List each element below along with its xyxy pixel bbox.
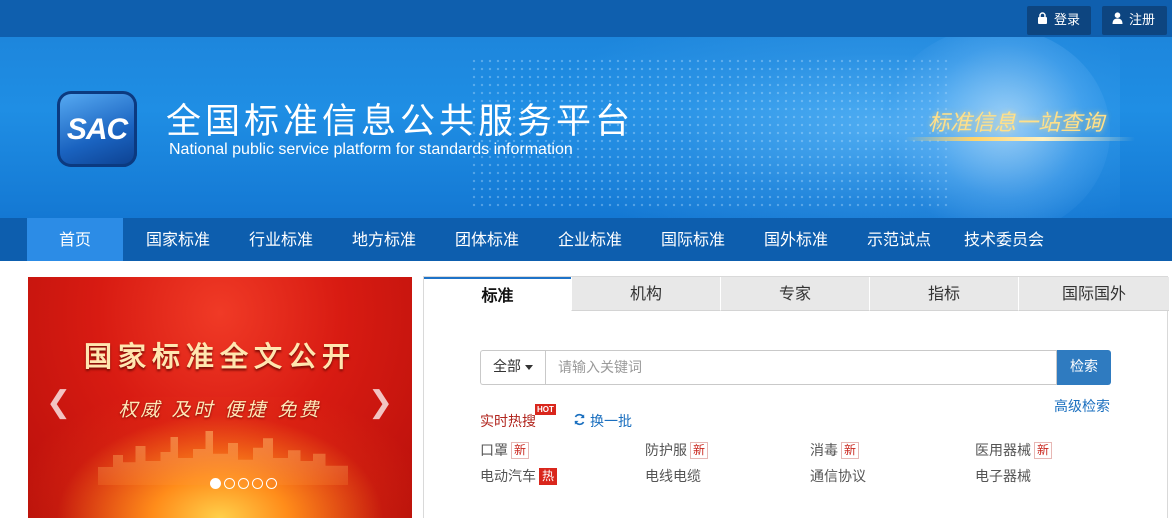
keyword-text: 防护服 (645, 443, 687, 459)
login-label: 登录 (1054, 13, 1081, 28)
site-subtitle: National public service platform for sta… (169, 141, 573, 158)
hot-search-label: 实时热搜 (480, 414, 536, 430)
tab-standard[interactable]: 标准 (424, 277, 571, 311)
hot-badge: HOT (535, 404, 556, 415)
tab-indicator[interactable]: 指标 (869, 277, 1018, 311)
nav-item-national[interactable]: 国家标准 (130, 218, 226, 261)
register-button[interactable]: 注册 (1102, 6, 1167, 35)
keyword-text: 口罩 (480, 443, 508, 459)
banner-carousel[interactable]: 国家标准全文公开 权威 及时 便捷 免费 ❮ ❯ (28, 277, 412, 518)
carousel-dot[interactable] (266, 478, 277, 489)
new-badge: 新 (511, 442, 530, 459)
carousel-prev-arrow-icon[interactable]: ❮ (46, 386, 71, 420)
tab-organization[interactable]: 机构 (571, 277, 720, 311)
nav-item-local[interactable]: 地方标准 (336, 218, 432, 261)
caret-down-icon (525, 364, 533, 370)
hot-keyword-protocol[interactable]: 通信协议 (810, 466, 866, 486)
nav-item-group[interactable]: 团体标准 (439, 218, 535, 261)
nav-item-international[interactable]: 国际标准 (645, 218, 741, 261)
nav-item-foreign[interactable]: 国外标准 (748, 218, 844, 261)
keyword-text: 电子器械 (975, 469, 1031, 485)
refresh-label: 换一批 (590, 414, 632, 430)
top-bar: 登录 注册 (0, 0, 1172, 37)
slogan: 标准信息一站查询 (928, 111, 1105, 136)
nav-item-industry[interactable]: 行业标准 (233, 218, 329, 261)
search-tabs: 标准 机构 专家 指标 国际国外 (424, 277, 1169, 311)
carousel-title: 国家标准全文公开 (83, 340, 356, 373)
refresh-keywords-button[interactable]: 换一批 (573, 411, 632, 431)
keyword-text: 电线电缆 (645, 469, 701, 485)
nav-item-committee[interactable]: 技术委员会 (948, 218, 1060, 261)
keyword-text: 电动汽车 (480, 469, 536, 485)
search-scope-dropdown[interactable]: 全部 (480, 350, 545, 385)
carousel-dot[interactable] (238, 478, 249, 489)
new-badge: 新 (690, 442, 709, 459)
nav-item-pilot[interactable]: 示范试点 (851, 218, 947, 261)
user-icon (1112, 6, 1123, 35)
lock-icon (1037, 6, 1048, 35)
page: 登录 注册 SAC 全国标准信息公共服务平台 National public s… (0, 0, 1172, 518)
hot-keyword-protective-suit[interactable]: 防护服新 (645, 440, 709, 460)
carousel-dot[interactable] (210, 478, 221, 489)
main-nav: 首页 国家标准 行业标准 地方标准 团体标准 企业标准 国际标准 国外标准 示范… (0, 218, 1172, 261)
keyword-text: 消毒 (810, 443, 838, 459)
login-button[interactable]: 登录 (1027, 6, 1091, 35)
carousel-next-arrow-icon[interactable]: ❯ (368, 386, 393, 420)
hot-tag-badge: 热 (539, 468, 558, 485)
hot-keyword-electronic-device[interactable]: 电子器械 (975, 466, 1031, 486)
search-bar: 全部 检索 (480, 350, 1111, 385)
carousel-indicators (210, 474, 280, 489)
search-panel: 标准 机构 专家 指标 国际国外 全部 检索 高级检索 实时热搜 HOT 换一批… (423, 276, 1169, 518)
hot-keyword-disinfection[interactable]: 消毒新 (810, 440, 860, 460)
nav-item-enterprise[interactable]: 企业标准 (542, 218, 638, 261)
carousel-dot[interactable] (252, 478, 263, 489)
carousel-subtitle: 权威 及时 便捷 免费 (118, 399, 322, 421)
new-badge: 新 (1034, 442, 1053, 459)
nav-item-home[interactable]: 首页 (27, 218, 123, 261)
advanced-search-link[interactable]: 高级检索 (1054, 396, 1110, 416)
keyword-text: 医用器械 (975, 443, 1031, 459)
tab-international-foreign[interactable]: 国际国外 (1018, 277, 1169, 311)
hot-keyword-mask[interactable]: 口罩新 (480, 440, 530, 460)
refresh-icon (573, 413, 586, 430)
search-scope-label: 全部 (493, 359, 521, 375)
new-badge: 新 (841, 442, 860, 459)
register-label: 注册 (1129, 13, 1156, 28)
search-input[interactable] (545, 350, 1057, 385)
sac-logo[interactable]: SAC (57, 91, 137, 167)
site-title: 全国标准信息公共服务平台 (166, 102, 635, 142)
slogan-underline (905, 137, 1135, 141)
hot-keyword-electric-vehicle[interactable]: 电动汽车热 (480, 466, 558, 486)
header-banner: SAC 全国标准信息公共服务平台 National public service… (0, 37, 1172, 218)
hot-keyword-medical-device[interactable]: 医用器械新 (975, 440, 1053, 460)
keyword-text: 通信协议 (810, 469, 866, 485)
carousel-dot[interactable] (224, 478, 235, 489)
logo-text: SAC (66, 113, 128, 146)
search-button[interactable]: 检索 (1057, 350, 1111, 385)
hot-keyword-wire-cable[interactable]: 电线电缆 (645, 466, 701, 486)
tab-expert[interactable]: 专家 (720, 277, 869, 311)
